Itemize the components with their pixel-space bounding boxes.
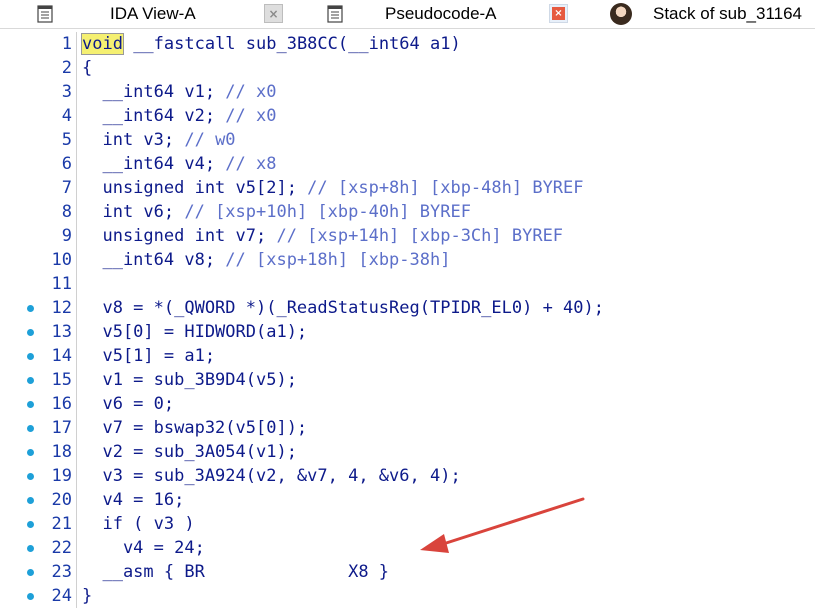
code-line[interactable]: 4 __int64 v2; // x0	[0, 104, 815, 128]
code-text[interactable]: __int64 v4; // x8	[82, 152, 276, 176]
line-number: 18	[51, 442, 72, 462]
document-icon	[327, 5, 343, 23]
tab-ida-view-a[interactable]: IDA View-A ×	[0, 0, 305, 28]
tab-title: Pseudocode-A	[385, 4, 497, 23]
code-text[interactable]: v1 = sub_3B9D4(v5);	[82, 368, 296, 392]
avatar-icon	[610, 3, 632, 25]
line-number: 7	[61, 178, 72, 198]
breakpoint-dot-icon[interactable]	[27, 353, 34, 360]
code-text[interactable]: __int64 v8; // [xsp+18h] [xbp-38h]	[82, 248, 450, 272]
code-line[interactable]: 11	[0, 272, 815, 296]
code-text[interactable]: if ( v3 )	[82, 512, 194, 536]
code-text[interactable]: v6 = 0;	[82, 392, 174, 416]
line-number: 3	[61, 82, 72, 102]
code-text[interactable]: v5[0] = HIDWORD(a1);	[82, 320, 307, 344]
code-line[interactable]: 18 v2 = sub_3A054(v1);	[0, 440, 815, 464]
breakpoint-dot-icon[interactable]	[27, 425, 34, 432]
breakpoint-dot-icon[interactable]	[27, 497, 34, 504]
close-icon[interactable]: ×	[264, 4, 283, 23]
line-number: 11	[51, 274, 72, 294]
code-line[interactable]: 3 __int64 v1; // x0	[0, 80, 815, 104]
code-line[interactable]: 9 unsigned int v7; // [xsp+14h] [xbp-3Ch…	[0, 224, 815, 248]
code-text[interactable]: unsigned int v7; // [xsp+14h] [xbp-3Ch] …	[82, 224, 563, 248]
code-line[interactable]: 2{	[0, 56, 815, 80]
code-text[interactable]: unsigned int v5[2]; // [xsp+8h] [xbp-48h…	[82, 176, 583, 200]
line-number: 4	[61, 106, 72, 126]
breakpoint-dot-icon[interactable]	[27, 569, 34, 576]
breakpoint-dot-icon[interactable]	[27, 473, 34, 480]
line-number: 14	[51, 346, 72, 366]
line-number: 5	[61, 130, 72, 150]
code-line[interactable]: 24}	[0, 584, 815, 608]
code-line[interactable]: 23 __asm { BR X8 }	[0, 560, 815, 584]
breakpoint-dot-icon[interactable]	[27, 329, 34, 336]
code-line[interactable]: 17 v7 = bswap32(v5[0]);	[0, 416, 815, 440]
line-number: 17	[51, 418, 72, 438]
code-line[interactable]: 14 v5[1] = a1;	[0, 344, 815, 368]
breakpoint-dot-icon[interactable]	[27, 305, 34, 312]
code-text[interactable]: v5[1] = a1;	[82, 344, 215, 368]
breakpoint-dot-icon[interactable]	[27, 377, 34, 384]
document-icon	[37, 5, 53, 23]
line-number: 24	[51, 586, 72, 606]
code-text[interactable]: v4 = 16;	[82, 488, 184, 512]
breakpoint-dot-icon[interactable]	[27, 545, 34, 552]
code-line[interactable]: 13 v5[0] = HIDWORD(a1);	[0, 320, 815, 344]
line-number: 13	[51, 322, 72, 342]
code-line[interactable]: 1 void __fastcall sub_3B8CC(__int64 a1)	[0, 32, 815, 56]
code-text[interactable]: v8 = *(_QWORD *)(_ReadStatusReg(TPIDR_EL…	[82, 296, 604, 320]
code-text[interactable]: void __fastcall sub_3B8CC(__int64 a1)	[81, 32, 461, 56]
line-number: 16	[51, 394, 72, 414]
code-text[interactable]: v7 = bswap32(v5[0]);	[82, 416, 307, 440]
close-glyph: ×	[552, 7, 565, 20]
line-number: 20	[51, 490, 72, 510]
code-text[interactable]: {	[82, 56, 92, 80]
code-line[interactable]: 7 unsigned int v5[2]; // [xsp+8h] [xbp-4…	[0, 176, 815, 200]
tab-title: Stack of sub_31164	[653, 4, 803, 23]
breakpoint-dot-icon[interactable]	[27, 593, 34, 600]
code-line[interactable]: 8 int v6; // [xsp+10h] [xbp-40h] BYREF	[0, 200, 815, 224]
breakpoint-dot-icon[interactable]	[27, 521, 34, 528]
code-text[interactable]: __int64 v1; // x0	[82, 80, 276, 104]
tab-pseudocode-a[interactable]: Pseudocode-A ×	[305, 0, 580, 28]
close-icon[interactable]: ×	[549, 4, 568, 23]
code-line[interactable]: 15 v1 = sub_3B9D4(v5);	[0, 368, 815, 392]
line-number: 2	[61, 58, 72, 78]
tab-bar: IDA View-A × Pseudocode-A × Stack of sub…	[0, 0, 815, 29]
code-line[interactable]: 21 if ( v3 )	[0, 512, 815, 536]
line-number: 19	[51, 466, 72, 486]
code-line[interactable]: 19 v3 = sub_3A924(v2, &v7, 4, &v6, 4);	[0, 464, 815, 488]
code-text[interactable]: v2 = sub_3A054(v1);	[82, 440, 296, 464]
tab-stack-of-sub-31164[interactable]: Stack of sub_31164	[580, 0, 815, 28]
code-text[interactable]: int v6; // [xsp+10h] [xbp-40h] BYREF	[82, 200, 470, 224]
code-line[interactable]: 12 v8 = *(_QWORD *)(_ReadStatusReg(TPIDR…	[0, 296, 815, 320]
code-line[interactable]: 16 v6 = 0;	[0, 392, 815, 416]
code-line[interactable]: 10 __int64 v8; // [xsp+18h] [xbp-38h]	[0, 248, 815, 272]
line-number: 10	[51, 250, 72, 270]
code-text[interactable]: v3 = sub_3A924(v2, &v7, 4, &v6, 4);	[82, 464, 460, 488]
line-number: 23	[51, 562, 72, 582]
line-number: 1	[61, 34, 72, 54]
tab-title: IDA View-A	[110, 4, 196, 23]
code-text[interactable]: v4 = 24;	[82, 536, 205, 560]
code-line[interactable]: 20 v4 = 16;	[0, 488, 815, 512]
line-number: 22	[51, 538, 72, 558]
line-number: 21	[51, 514, 72, 534]
line-number: 15	[51, 370, 72, 390]
code-text[interactable]: __asm { BR X8 }	[82, 560, 389, 584]
breakpoint-dot-icon[interactable]	[27, 401, 34, 408]
line-number: 12	[51, 298, 72, 318]
code-text[interactable]: }	[82, 584, 92, 608]
line-number: 9	[61, 226, 72, 246]
code-line[interactable]: 5 int v3; // w0	[0, 128, 815, 152]
code-line[interactable]: 6 __int64 v4; // x8	[0, 152, 815, 176]
code-text[interactable]: int v3; // w0	[82, 128, 235, 152]
line-number: 8	[61, 202, 72, 222]
line-number: 6	[61, 154, 72, 174]
breakpoint-dot-icon[interactable]	[27, 449, 34, 456]
code-text[interactable]: __int64 v2; // x0	[82, 104, 276, 128]
pseudocode-view[interactable]: 1 void __fastcall sub_3B8CC(__int64 a1) 2{…	[0, 32, 815, 608]
code-line[interactable]: 22 v4 = 24;	[0, 536, 815, 560]
